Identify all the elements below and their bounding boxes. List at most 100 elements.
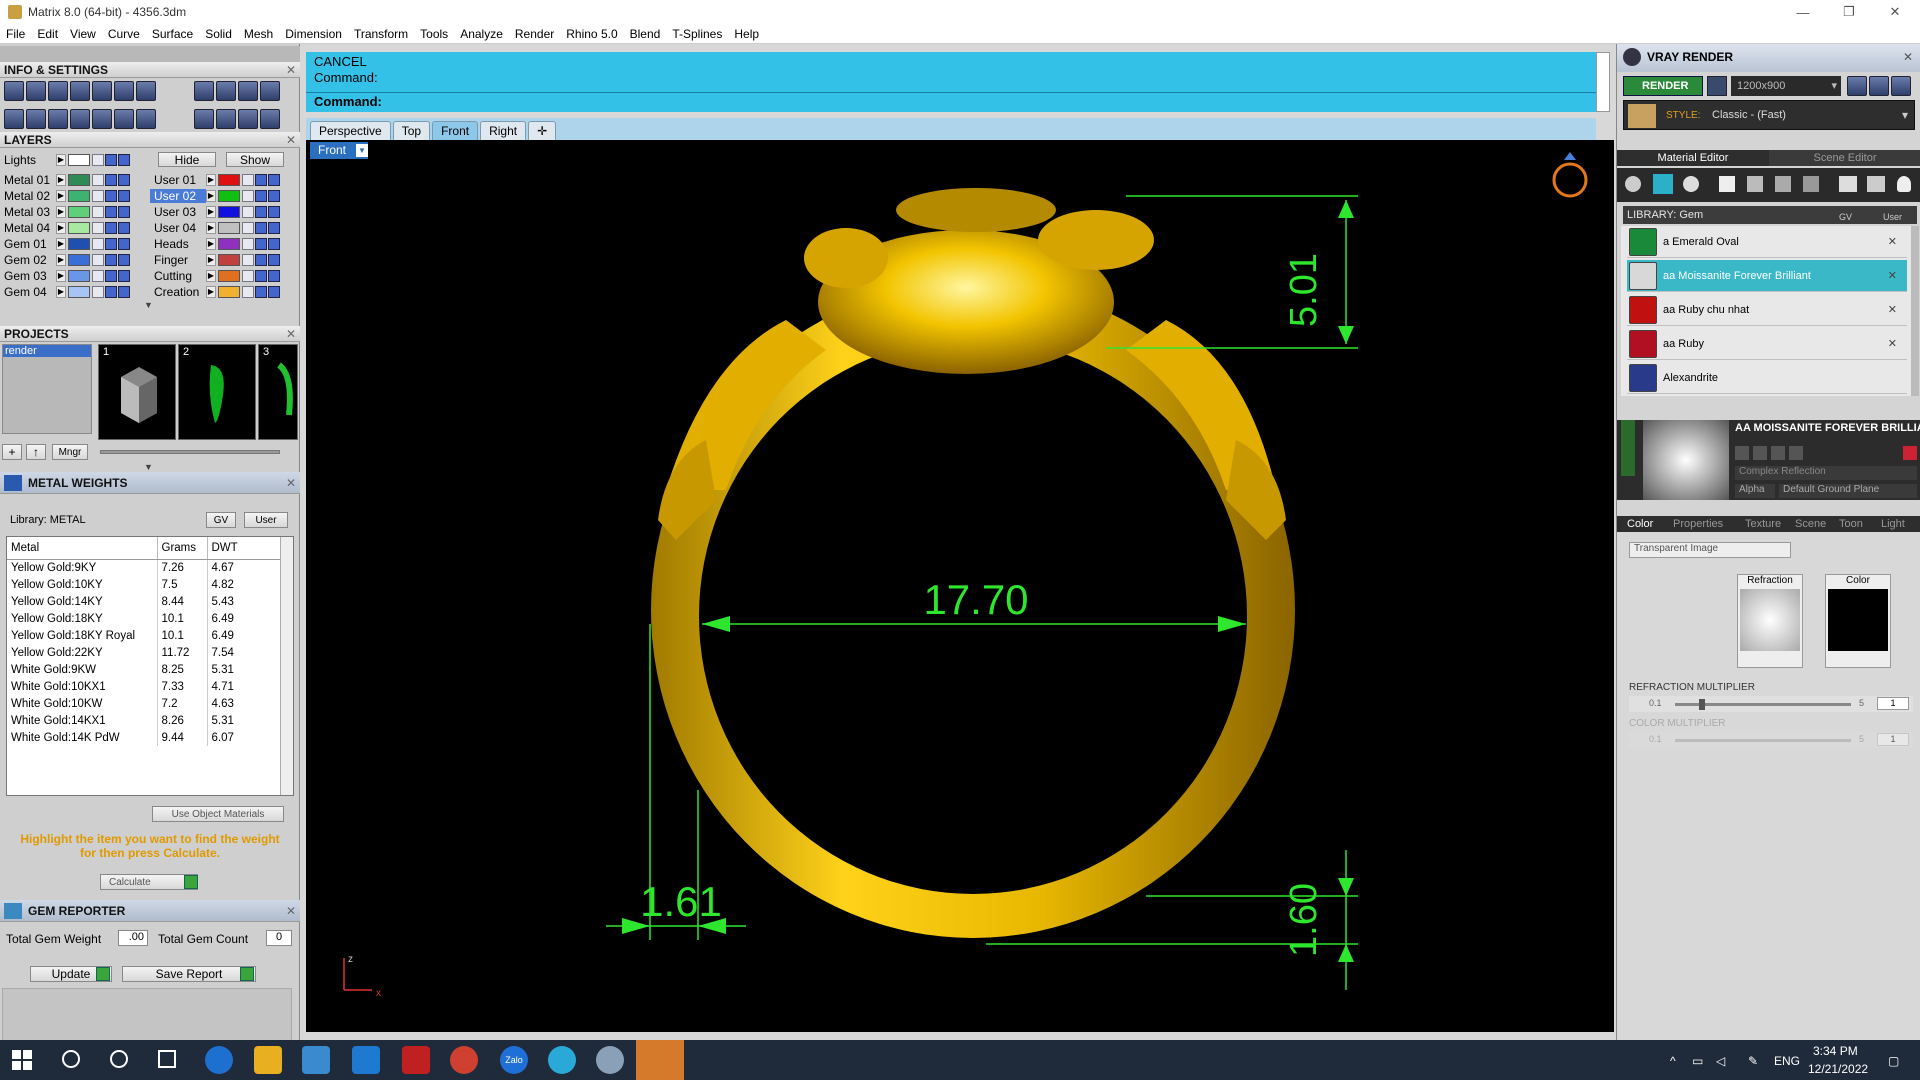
layer-name[interactable]: Creation [150,285,206,299]
reflection-dropdown[interactable]: Complex Reflection [1735,466,1917,480]
menu-tools[interactable]: Tools [414,27,454,41]
expand-arrow-icon[interactable]: ▶ [56,222,66,234]
add-view-icon[interactable]: ✛ [528,121,557,140]
wand-icon[interactable] [114,109,134,129]
layer-color-swatch[interactable] [68,286,90,298]
layer-color-swatch[interactable] [218,286,240,298]
expand-arrow-icon[interactable]: ▶ [56,206,66,218]
refraction-multiplier-value[interactable]: 1 [1877,697,1909,710]
table-row[interactable]: Yellow Gold:9KY 7.26 4.67 [7,559,281,576]
expand-arrow-icon[interactable]: ▶ [56,254,66,266]
lock-icon[interactable] [242,222,254,234]
heart-icon[interactable] [1839,176,1857,192]
menu-transform[interactable]: Transform [348,27,414,41]
info-icon[interactable] [118,174,130,186]
close-icon[interactable]: ✕ [1888,269,1897,282]
info-icon[interactable] [268,222,280,234]
layer-row[interactable]: User 04 ▶ [150,220,281,236]
visibility-icon[interactable] [255,206,267,218]
visibility-icon[interactable] [105,286,117,298]
show-button[interactable]: Show [226,152,284,167]
library-scrollbar[interactable] [1911,226,1919,396]
layer-name[interactable]: Finger [150,253,206,267]
store-icon[interactable] [302,1046,330,1074]
layer-color-swatch[interactable] [218,238,240,250]
column-header-metal[interactable]: Metal [7,537,158,560]
layer-name[interactable]: Gem 02 [0,253,56,267]
layer-color-swatch[interactable] [68,270,90,282]
expand-arrow-icon[interactable]: ▶ [206,254,216,266]
mesh-icon[interactable] [194,109,214,129]
tray-chevron-icon[interactable]: ^ [1670,1054,1676,1068]
panel-icon[interactable] [238,81,258,101]
close-icon[interactable]: ✕ [1888,235,1897,248]
visibility-icon[interactable] [255,190,267,202]
lock-icon[interactable] [242,286,254,298]
chrome-icon[interactable] [450,1046,478,1074]
tab-scene-editor[interactable]: Scene Editor [1769,150,1920,166]
lock-icon[interactable] [92,270,104,282]
layer-name[interactable]: User 02 [150,189,206,203]
layer-row[interactable]: Finger ▶ [150,252,281,268]
subtab-texture[interactable]: Texture [1745,518,1781,530]
project-list[interactable]: render [2,344,92,434]
menu-help[interactable]: Help [728,27,765,41]
list-icon[interactable] [1891,76,1911,96]
expand-arrow-icon[interactable]: ▶ [206,270,216,282]
lock-icon[interactable] [242,190,254,202]
hearts-icon[interactable] [1867,176,1885,192]
settings-icon[interactable] [4,81,24,101]
layer-color-swatch[interactable] [68,154,90,166]
info-icon[interactable] [268,174,280,186]
paint-icon[interactable] [596,1046,624,1074]
column-header-dwt[interactable]: DWT [207,537,281,560]
subtab-color[interactable]: Color [1627,518,1653,530]
visibility-icon[interactable] [255,286,267,298]
visibility-icon[interactable] [105,270,117,282]
gem-library-list[interactable]: a Emerald Oval ✕ aa Moissanite Forever Bri… [1621,226,1911,396]
layers-icon[interactable] [48,81,68,101]
network-icon[interactable]: ▭ [1692,1054,1703,1068]
tab-material-editor[interactable]: Material Editor [1617,150,1769,166]
layer-row[interactable]: Gem 01 ▶ [0,236,131,252]
cylinder-icon[interactable] [70,109,90,129]
lock-icon[interactable] [242,254,254,266]
menu-curve[interactable]: Curve [102,27,146,41]
move-up-button[interactable]: ↑ [26,444,46,460]
layer-color-swatch[interactable] [68,190,90,202]
menu-dimension[interactable]: Dimension [279,27,348,41]
layer-color-swatch[interactable] [218,190,240,202]
tab-front[interactable]: Front [432,121,479,140]
layer-row[interactable]: Gem 04 ▶ [0,284,131,300]
table-row[interactable]: Yellow Gold:22KY 11.72 7.54 [7,644,281,661]
library-item[interactable]: a Emerald Oval ✕ [1627,226,1907,258]
lock-icon[interactable] [242,238,254,250]
snap-icon[interactable] [260,109,280,129]
table-row[interactable]: Yellow Gold:18KY 10.1 6.49 [7,610,281,627]
project-scroll-slider[interactable] [100,450,280,454]
visibility-icon[interactable] [255,222,267,234]
expand-arrow-icon[interactable]: ▶ [206,190,216,202]
subtab-toon[interactable]: Toon [1839,518,1863,530]
layer-color-swatch[interactable] [218,222,240,234]
manager-button[interactable]: Mngr [52,444,88,460]
subtab-properties[interactable]: Properties [1673,518,1723,530]
slider-thumb[interactable] [1699,699,1705,710]
file-explorer-icon[interactable] [254,1046,282,1074]
layer-row[interactable]: Gem 03 ▶ [0,268,131,284]
table-row[interactable]: Yellow Gold:18KY Royal 10.1 6.49 [7,627,281,644]
play-icon[interactable] [240,967,254,981]
grid-view-icon[interactable] [4,109,24,129]
layer-color-swatch[interactable] [68,174,90,186]
subtab-light[interactable]: Light [1881,518,1905,530]
visibility-icon[interactable] [255,238,267,250]
resolution-dropdown[interactable]: 1200x900 ▾ [1731,76,1841,96]
paste-icon[interactable] [1771,446,1785,460]
visibility-icon[interactable] [105,254,117,266]
expand-arrow-icon[interactable]: ▶ [56,190,66,202]
layer-color-swatch[interactable] [218,254,240,266]
close-icon[interactable]: ✕ [286,62,296,78]
render-button[interactable]: RENDER [1623,76,1703,96]
gv-label[interactable]: GV [1839,208,1852,226]
menu-view[interactable]: View [64,27,102,41]
